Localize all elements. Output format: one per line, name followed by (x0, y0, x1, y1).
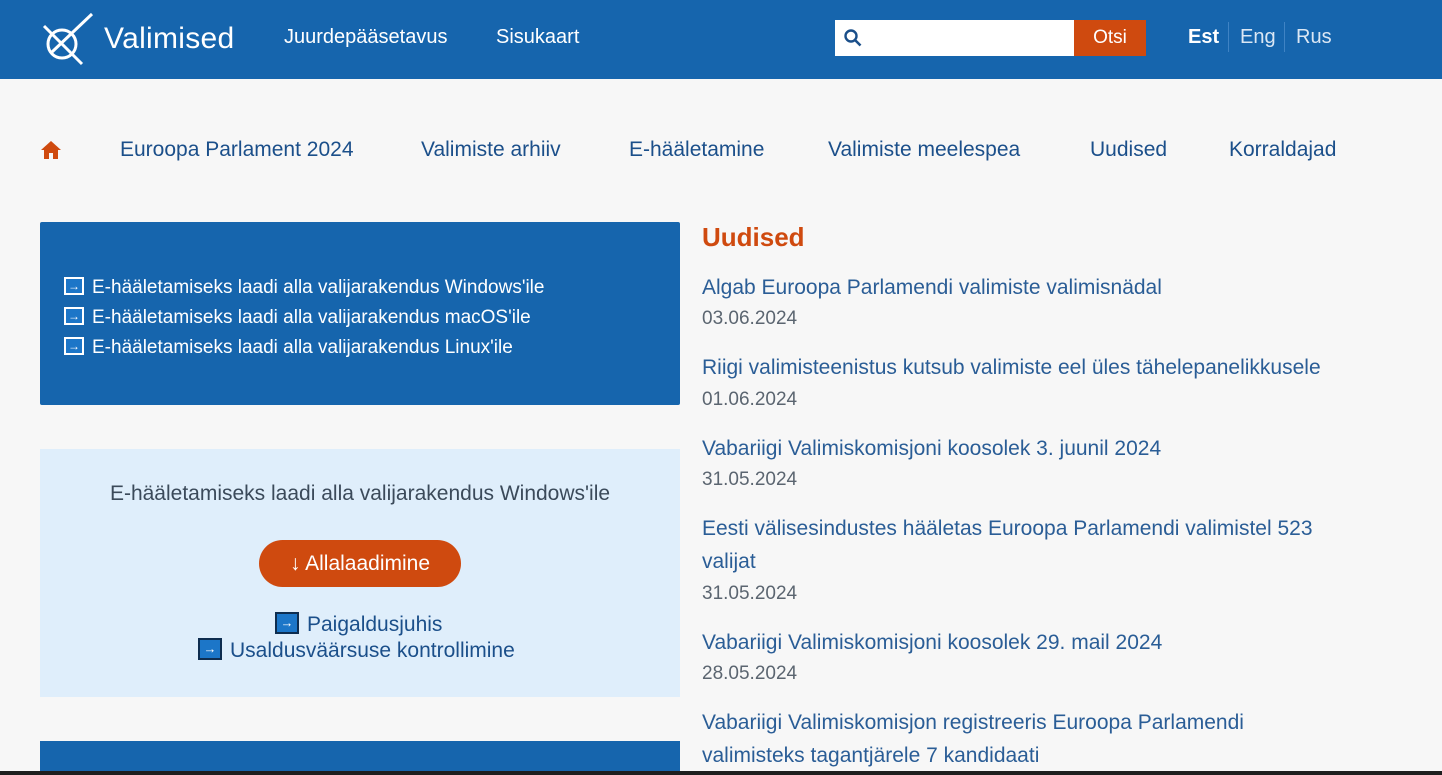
home-icon[interactable] (40, 140, 62, 160)
lang-eng[interactable]: Eng (1240, 26, 1276, 49)
search-icon (844, 29, 862, 47)
news-item-title[interactable]: Vabariigi Valimiskomisjoni koosolek 29. … (702, 626, 1362, 659)
nav-e-voting[interactable]: E-hääletamine (629, 138, 764, 162)
download-linux-link[interactable]: → E-hääletamiseks laadi alla valijarakend… (64, 337, 513, 359)
news-item-date: 28.05.2024 (702, 663, 798, 684)
search-button[interactable]: Otsi (1074, 20, 1146, 56)
news-item-title[interactable]: Eesti välisesindustes hääletas Euroopa P… (702, 512, 1362, 578)
nav-european-parliament-2024[interactable]: Euroopa Parlament 2024 (120, 138, 354, 162)
taskbar-strip (0, 771, 1442, 775)
windows-download-title: E-hääletamiseks laadi alla valijarakendu… (109, 482, 611, 505)
arrow-right-icon: → (64, 337, 84, 355)
news-heading: Uudised (702, 222, 805, 252)
news-item-date: 03.06.2024 (702, 308, 798, 329)
news-item-title[interactable]: Algab Euroopa Parlamendi valimiste valim… (702, 271, 1362, 304)
arrow-right-icon: → (198, 638, 222, 661)
download-button[interactable]: ↓ Allalaadimine (259, 540, 461, 587)
lang-divider (1284, 22, 1285, 52)
logo-icon[interactable] (38, 12, 94, 68)
installation-guide-link[interactable]: → Paigaldusjuhis (275, 612, 442, 637)
nav-organizers[interactable]: Korraldajad (1229, 138, 1336, 162)
news-item-date: 31.05.2024 (702, 469, 798, 490)
news-item-title[interactable]: Vabariigi Valimiskomisjon registreeris E… (702, 706, 1322, 772)
accessibility-link[interactable]: Juurdepääsetavus (284, 26, 447, 49)
news-item-title[interactable]: Riigi valimisteenistus kutsub valimiste … (702, 351, 1362, 384)
site-logo-text[interactable]: Valimised (104, 22, 235, 56)
arrow-right-icon: → (275, 612, 299, 635)
news-item-date: 01.06.2024 (702, 389, 798, 410)
arrow-right-icon: → (64, 277, 84, 295)
news-item-title[interactable]: Vabariigi Valimiskomisjoni koosolek 3. j… (702, 432, 1362, 465)
download-macos-link[interactable]: → E-hääletamiseks laadi alla valijarakend… (64, 307, 531, 329)
nav-news[interactable]: Uudised (1090, 138, 1167, 162)
lang-divider (1228, 22, 1229, 52)
nav-election-archive[interactable]: Valimiste arhiiv (421, 138, 561, 162)
download-windows-link[interactable]: → E-hääletamiseks laadi alla valijarakend… (64, 277, 544, 299)
nav-election-reminder[interactable]: Valimiste meelespea (828, 138, 1020, 162)
lang-rus[interactable]: Rus (1296, 26, 1332, 49)
lower-panel (40, 741, 680, 775)
lang-est[interactable]: Est (1188, 26, 1219, 49)
sitemap-link[interactable]: Sisukaart (496, 26, 579, 49)
trust-verification-link[interactable]: → Usaldusväärsuse kontrollimine (198, 638, 515, 663)
news-item-date: 31.05.2024 (702, 583, 798, 604)
search-input[interactable] (868, 22, 1068, 54)
arrow-right-icon: → (64, 307, 84, 325)
